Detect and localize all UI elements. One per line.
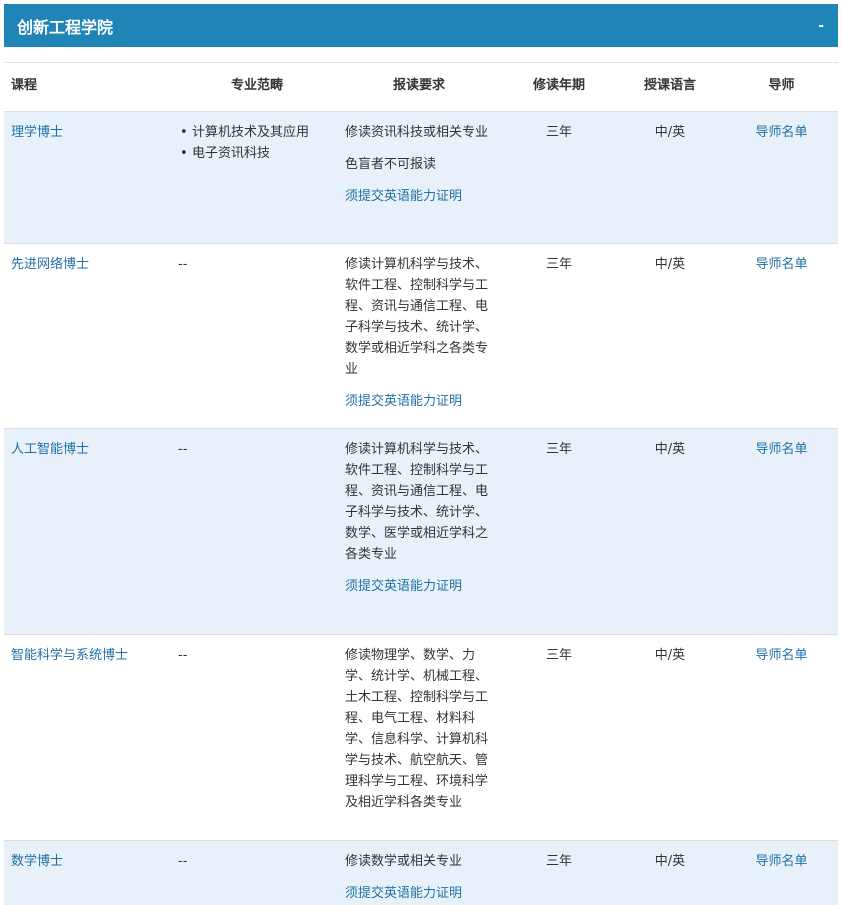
column-header-requirement: 报读要求 — [392, 78, 445, 93]
major-item: 电子资讯科技 — [180, 143, 338, 164]
major-list: 计算机技术及其应用 电子资讯科技 — [176, 122, 338, 164]
column-header-major: 专业范畴 — [230, 78, 283, 93]
table-row: 智能科学与系统博士 -- 修读物理学、数学、力学、统计学、机械工程、土木工程、控… — [4, 634, 838, 840]
major-cell: 计算机技术及其应用 电子资讯科技 — [176, 122, 338, 164]
column-header-years: 修读年期 — [532, 78, 585, 93]
collapse-toggle[interactable]: - — [818, 18, 824, 34]
course-link[interactable]: 人工智能博士 — [11, 439, 89, 460]
requirement-cell: 修读计算机科学与技术、软件工程、控制科学与工程、资讯与通信工程、电子科学与技术、… — [345, 254, 495, 412]
column-header-course: 课程 — [11, 78, 38, 93]
requirement-cell: 修读计算机科学与技术、软件工程、控制科学与工程、资讯与通信工程、电子科学与技术、… — [345, 439, 495, 597]
years-value: 三年 — [545, 257, 572, 272]
requirement-cell: 修读物理学、数学、力学、统计学、机械工程、土木工程、控制科学与工程、电气工程、材… — [345, 645, 495, 813]
table-row: 先进网络博士 -- 修读计算机科学与技术、软件工程、控制科学与工程、资讯与通信工… — [4, 243, 838, 428]
requirement-cell: 修读资讯科技或相关专业 色盲者不可报读 须提交英语能力证明 — [345, 122, 495, 207]
requirement-text: 修读数学或相关专业 — [345, 854, 463, 869]
table-row: 数学博士 -- 修读数学或相关专业 须提交英语能力证明 三年 中/英 导师名单 — [4, 840, 838, 905]
english-proof-link[interactable]: 须提交英语能力证明 — [345, 883, 495, 904]
major-value: -- — [178, 442, 188, 457]
years-value: 三年 — [545, 442, 572, 457]
course-link[interactable]: 智能科学与系统博士 — [11, 645, 128, 666]
tutor-list-link[interactable]: 导师名单 — [744, 645, 819, 666]
table-header: 课程 专业范畴 报读要求 修读年期 授课语言 导师 — [4, 62, 838, 111]
requirement-text: 色盲者不可报读 — [345, 157, 437, 172]
column-header-tutor: 导师 — [768, 78, 795, 93]
table-row: 人工智能博士 -- 修读计算机科学与技术、软件工程、控制科学与工程、资讯与通信工… — [4, 428, 838, 634]
language-value: 中/英 — [654, 648, 686, 663]
major-value: -- — [178, 854, 188, 869]
language-value: 中/英 — [654, 257, 686, 272]
requirement-text: 修读计算机科学与技术、软件工程、控制科学与工程、资讯与通信工程、电子科学与技术、… — [345, 257, 489, 377]
tutor-list-link[interactable]: 导师名单 — [744, 439, 819, 460]
english-proof-link[interactable]: 须提交英语能力证明 — [345, 391, 495, 412]
english-proof-link[interactable]: 须提交英语能力证明 — [345, 576, 495, 597]
tutor-list-link[interactable]: 导师名单 — [744, 122, 819, 143]
requirement-text: 修读物理学、数学、力学、统计学、机械工程、土木工程、控制科学与工程、电气工程、材… — [345, 648, 489, 810]
major-value: -- — [178, 257, 188, 272]
language-value: 中/英 — [654, 854, 686, 869]
english-proof-link[interactable]: 须提交英语能力证明 — [345, 186, 495, 207]
table-row: 理学博士 计算机技术及其应用 电子资讯科技 修读资讯科技或相关专业 色盲者不可报… — [4, 111, 838, 243]
years-value: 三年 — [545, 648, 572, 663]
course-link[interactable]: 数学博士 — [11, 851, 63, 872]
requirement-text: 修读计算机科学与技术、软件工程、控制科学与工程、资讯与通信工程、电子科学与技术、… — [345, 442, 489, 562]
tutor-list-link[interactable]: 导师名单 — [744, 851, 819, 872]
tutor-list-link[interactable]: 导师名单 — [744, 254, 819, 275]
years-value: 三年 — [545, 125, 572, 140]
panel-title: 创新工程学院 — [17, 17, 114, 37]
panel-header[interactable]: 创新工程学院 - — [4, 4, 838, 47]
column-header-language: 授课语言 — [643, 78, 696, 93]
major-item: 计算机技术及其应用 — [180, 122, 338, 143]
course-link[interactable]: 先进网络博士 — [11, 254, 89, 275]
requirement-cell: 修读数学或相关专业 须提交英语能力证明 — [345, 851, 495, 904]
language-value: 中/英 — [654, 125, 686, 140]
years-value: 三年 — [545, 854, 572, 869]
requirement-text: 修读资讯科技或相关专业 — [345, 125, 489, 140]
course-link[interactable]: 理学博士 — [11, 122, 63, 143]
major-value: -- — [178, 648, 188, 663]
language-value: 中/英 — [654, 442, 686, 457]
